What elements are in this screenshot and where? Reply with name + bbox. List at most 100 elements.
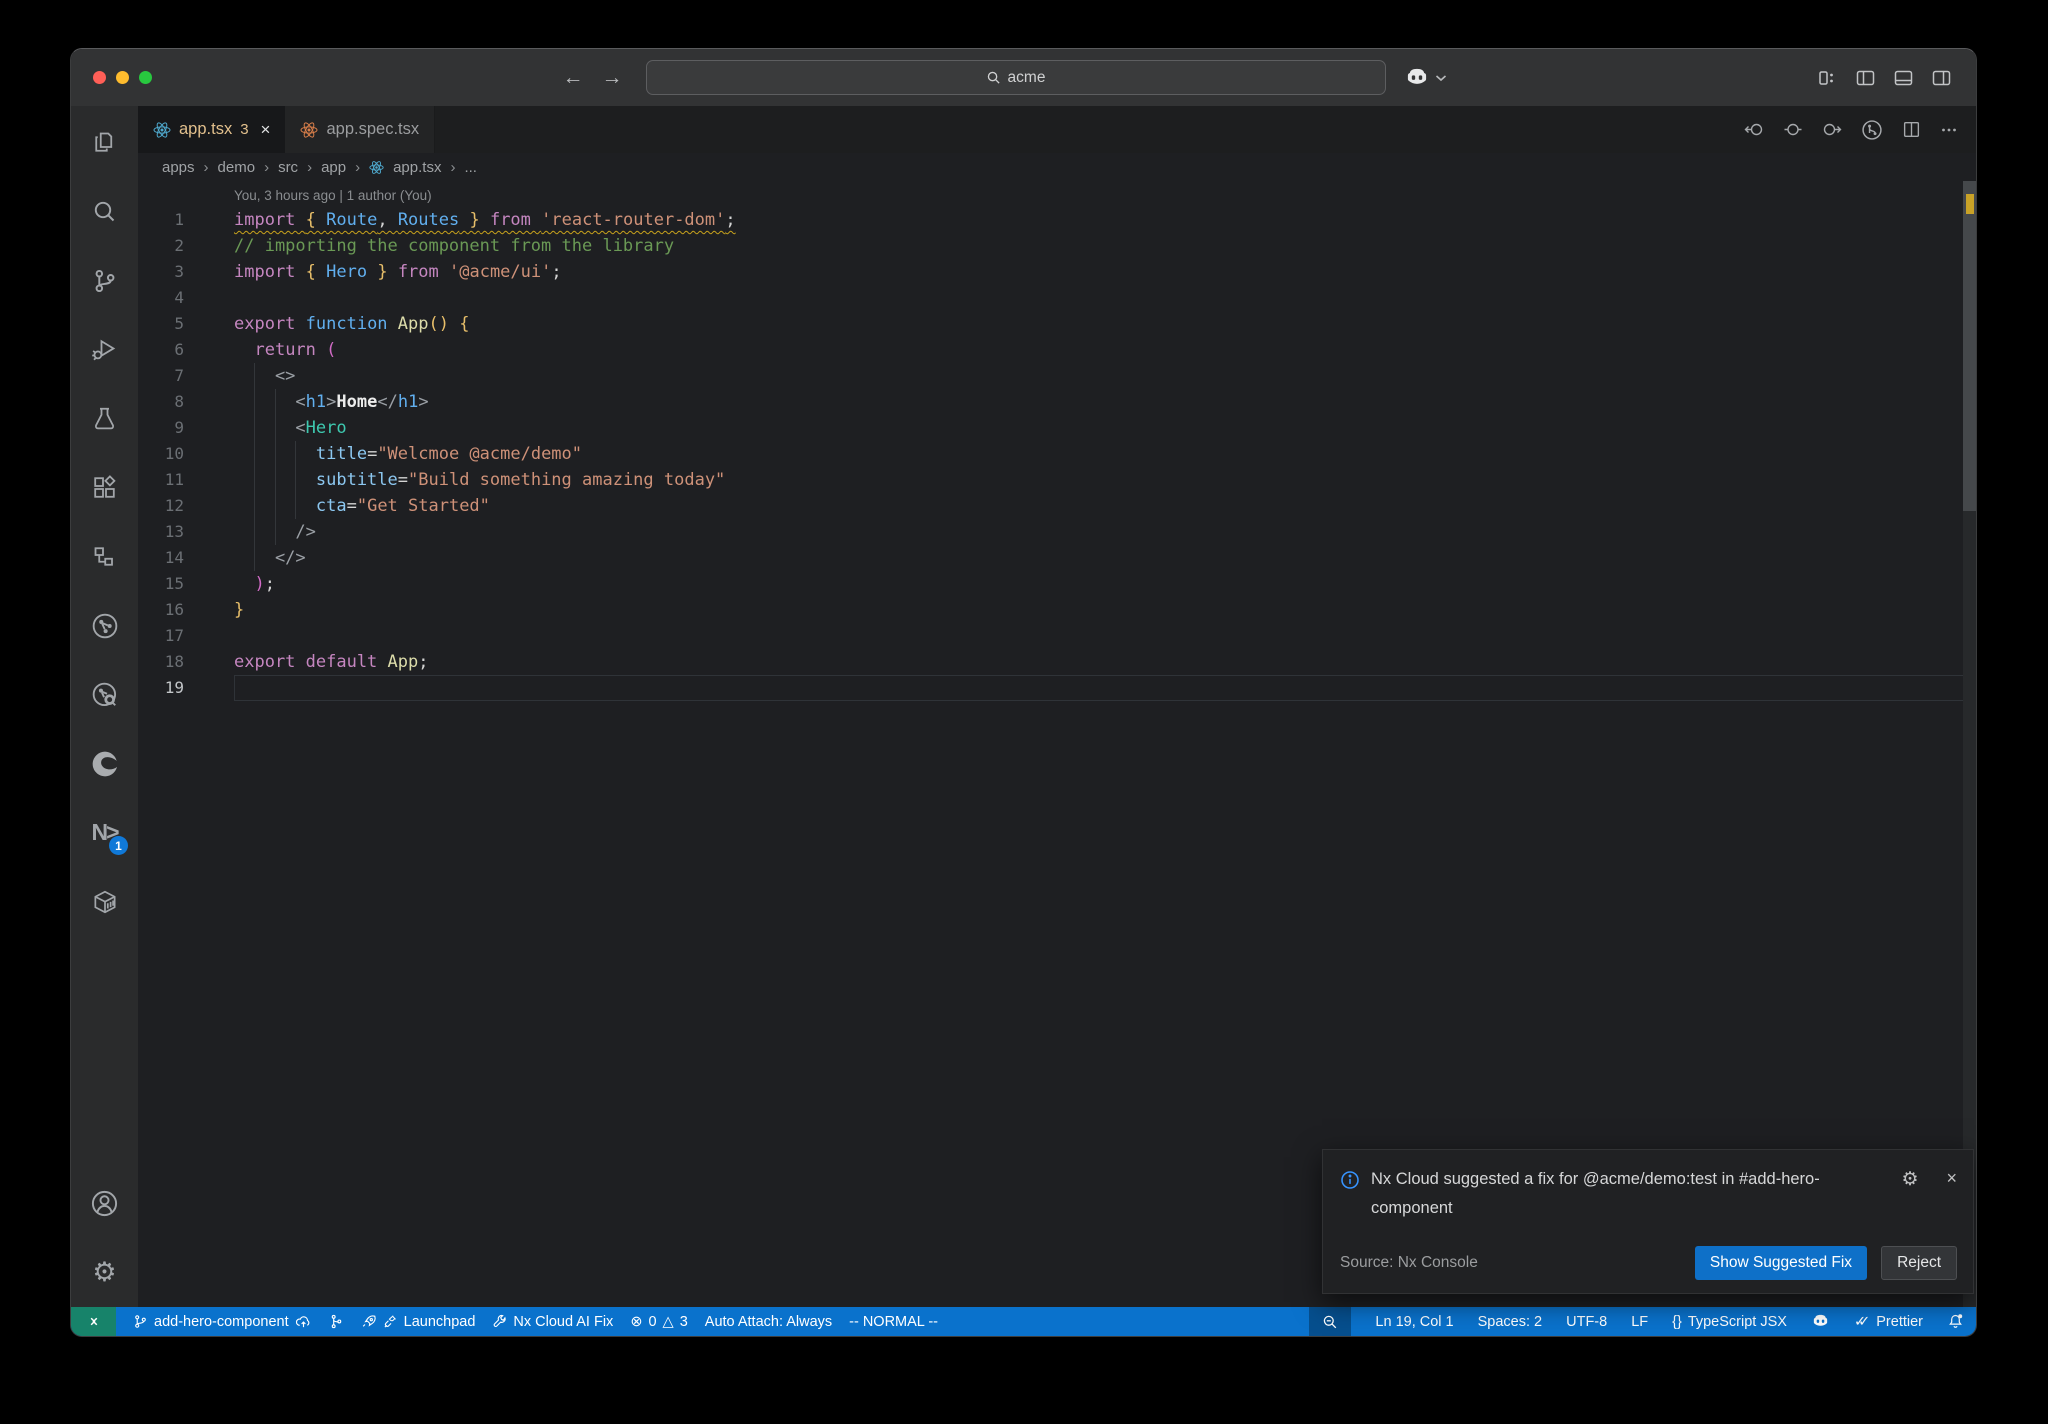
- sidebar-item-containers[interactable]: [71, 867, 138, 936]
- indentation-status[interactable]: Spaces: 2: [1478, 1314, 1543, 1330]
- code-area[interactable]: 1 import { Route, Routes } from 'react-ro…: [138, 207, 1976, 701]
- line-number[interactable]: 18: [138, 649, 184, 675]
- code-line[interactable]: 14 </>: [138, 545, 1976, 571]
- line-number[interactable]: 7: [138, 363, 184, 389]
- close-tab-icon[interactable]: ×: [261, 120, 271, 140]
- breadcrumb-segment[interactable]: demo: [218, 159, 256, 176]
- code-line[interactable]: 9 <Hero: [138, 415, 1976, 441]
- language-mode-status[interactable]: {} TypeScript JSX: [1672, 1314, 1787, 1330]
- sidebar-item-source-control[interactable]: [71, 246, 138, 315]
- copilot-menu-button[interactable]: [1404, 65, 1447, 91]
- code-line[interactable]: 5 export function App() {: [138, 311, 1976, 337]
- auto-attach-status[interactable]: Auto Attach: Always: [705, 1314, 832, 1330]
- line-number[interactable]: 6: [138, 337, 184, 363]
- breadcrumb-overflow[interactable]: ...: [464, 159, 477, 176]
- vim-mode-status[interactable]: -- NORMAL --: [849, 1314, 938, 1330]
- sidebar-item-search[interactable]: [71, 177, 138, 246]
- line-number[interactable]: 8: [138, 389, 184, 415]
- line-number[interactable]: 12: [138, 493, 184, 519]
- breadcrumb-segment[interactable]: apps: [162, 159, 195, 176]
- code-line[interactable]: 1 import { Route, Routes } from 'react-ro…: [138, 207, 1976, 233]
- notification-settings-icon[interactable]: ⚙: [1901, 1168, 1918, 1191]
- navigate-back-button[interactable]: ←: [563, 67, 584, 88]
- sidebar-item-graph-search[interactable]: [71, 660, 138, 729]
- launchpad-status[interactable]: Launchpad: [361, 1314, 475, 1330]
- line-number[interactable]: 15: [138, 571, 184, 597]
- line-number[interactable]: 4: [138, 285, 184, 311]
- current-change-icon[interactable]: [1783, 121, 1803, 138]
- code-line[interactable]: 12 cta="Get Started": [138, 493, 1976, 519]
- next-change-icon[interactable]: [1822, 121, 1842, 138]
- copilot-status[interactable]: [1811, 1312, 1830, 1331]
- code-line[interactable]: 2 // importing the component from the lib…: [138, 233, 1976, 259]
- toggle-panel-icon[interactable]: [1893, 68, 1914, 88]
- editor[interactable]: You, 3 hours ago | 1 author (You) 1 impor…: [138, 181, 1976, 1307]
- zoom-status[interactable]: [1309, 1307, 1352, 1336]
- show-suggested-fix-button[interactable]: Show Suggested Fix: [1694, 1246, 1868, 1280]
- command-center-search[interactable]: acme: [645, 60, 1386, 95]
- line-number[interactable]: 9: [138, 415, 184, 441]
- sidebar-item-testing[interactable]: [71, 384, 138, 453]
- code-line[interactable]: 6 return (: [138, 337, 1976, 363]
- code-line[interactable]: 11 subtitle="Build something amazing tod…: [138, 467, 1976, 493]
- line-number[interactable]: 17: [138, 623, 184, 649]
- code-line[interactable]: 19: [138, 675, 1976, 701]
- code-line[interactable]: 4: [138, 285, 1976, 311]
- toggle-primary-sidebar-icon[interactable]: [1855, 68, 1876, 88]
- breadcrumb-file[interactable]: app.tsx: [393, 159, 441, 176]
- sidebar-item-explorer[interactable]: [71, 108, 138, 177]
- sidebar-item-references[interactable]: [71, 522, 138, 591]
- line-number[interactable]: 10: [138, 441, 184, 467]
- formatter-status[interactable]: ✓✓ Prettier: [1854, 1314, 1923, 1330]
- sidebar-item-nx-console[interactable]: N> 1: [71, 798, 138, 867]
- code-line[interactable]: 15 );: [138, 571, 1976, 597]
- nx-cloud-ai-fix-status[interactable]: Nx Cloud AI Fix: [492, 1314, 613, 1330]
- line-number[interactable]: 1: [138, 207, 184, 233]
- reject-button[interactable]: Reject: [1881, 1246, 1957, 1280]
- maximize-window-button[interactable]: [139, 71, 152, 84]
- line-number[interactable]: 13: [138, 519, 184, 545]
- problems-status[interactable]: ⊗ 0 △ 3: [630, 1314, 687, 1330]
- sidebar-item-project-graph[interactable]: [71, 591, 138, 660]
- eol-status[interactable]: LF: [1631, 1314, 1648, 1330]
- line-number[interactable]: 3: [138, 259, 184, 285]
- settings-button[interactable]: ⚙: [71, 1238, 138, 1307]
- remote-indicator[interactable]: [71, 1307, 116, 1336]
- minimize-window-button[interactable]: [116, 71, 129, 84]
- line-number[interactable]: 5: [138, 311, 184, 337]
- previous-change-icon[interactable]: [1744, 121, 1764, 138]
- sidebar-item-edge-devtools[interactable]: [71, 729, 138, 798]
- cursor-position-status[interactable]: Ln 19, Col 1: [1375, 1314, 1453, 1330]
- encoding-status[interactable]: UTF-8: [1566, 1314, 1607, 1330]
- scrollbar-thumb[interactable]: [1963, 181, 1976, 511]
- code-line[interactable]: 16}: [138, 597, 1976, 623]
- sidebar-item-extensions[interactable]: [71, 453, 138, 522]
- close-window-button[interactable]: [93, 71, 106, 84]
- run-graph-icon[interactable]: [1861, 119, 1883, 141]
- line-number[interactable]: 11: [138, 467, 184, 493]
- more-actions-icon[interactable]: [1940, 121, 1958, 139]
- notifications-bell[interactable]: [1947, 1313, 1964, 1330]
- line-number[interactable]: 19: [138, 675, 184, 701]
- account-button[interactable]: [71, 1169, 138, 1238]
- code-line[interactable]: 10 title="Welcmoe @acme/demo": [138, 441, 1976, 467]
- customize-layout-icon[interactable]: [1817, 68, 1838, 88]
- notification-close-icon[interactable]: ×: [1946, 1168, 1957, 1189]
- code-line[interactable]: 13 />: [138, 519, 1976, 545]
- tab-app-tsx[interactable]: app.tsx 3 ×: [138, 106, 286, 153]
- toggle-secondary-sidebar-icon[interactable]: [1931, 68, 1952, 88]
- sidebar-item-run-debug[interactable]: [71, 315, 138, 384]
- line-number[interactable]: 14: [138, 545, 184, 571]
- navigate-forward-button[interactable]: →: [602, 67, 623, 88]
- git-branch-status[interactable]: add-hero-component: [133, 1314, 312, 1330]
- breadcrumb-segment[interactable]: app: [321, 159, 346, 176]
- code-line[interactable]: 3 import { Hero } from '@acme/ui';: [138, 259, 1976, 285]
- line-number[interactable]: 2: [138, 233, 184, 259]
- code-line[interactable]: 17: [138, 623, 1976, 649]
- code-line[interactable]: 8 <h1>Home</h1>: [138, 389, 1976, 415]
- code-line[interactable]: 7 <>: [138, 363, 1976, 389]
- editor-scrollbar[interactable]: [1963, 181, 1976, 1307]
- breadcrumb-segment[interactable]: src: [278, 159, 298, 176]
- line-number[interactable]: 16: [138, 597, 184, 623]
- tab-app-spec-tsx[interactable]: app.spec.tsx: [285, 106, 436, 153]
